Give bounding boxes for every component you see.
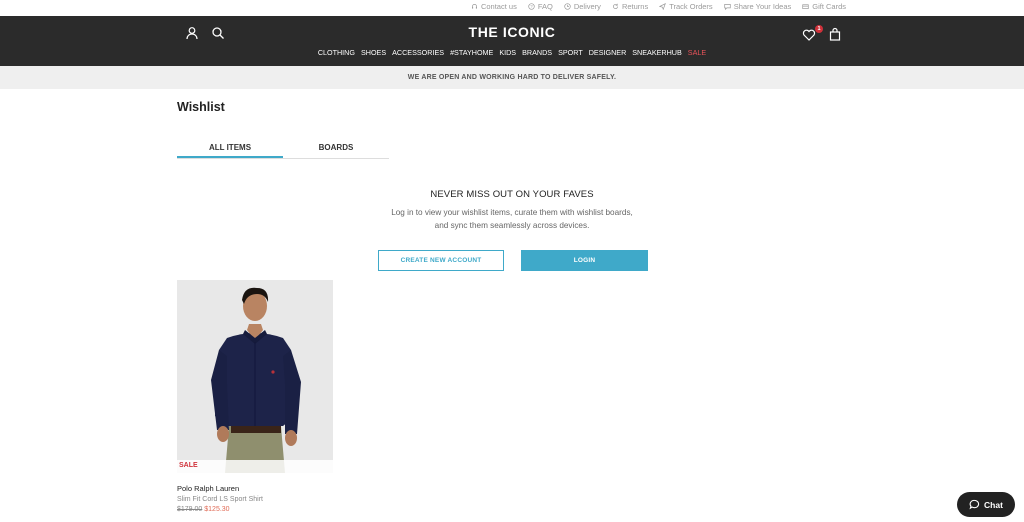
chat-label: Chat bbox=[984, 499, 1003, 510]
track-orders-label: Track Orders bbox=[669, 2, 713, 11]
create-account-button[interactable]: CREATE NEW ACCOUNT bbox=[378, 250, 504, 271]
product-image[interactable]: SALE bbox=[177, 280, 333, 473]
shopping-bag-icon[interactable] bbox=[828, 27, 842, 41]
chat-button[interactable]: Chat bbox=[957, 492, 1015, 517]
nav-clothing[interactable]: CLOTHING bbox=[318, 48, 355, 57]
sale-badge: SALE bbox=[177, 460, 333, 473]
send-icon bbox=[659, 3, 667, 10]
gift-cards-label: Gift Cards bbox=[812, 2, 846, 11]
faq-label: FAQ bbox=[537, 2, 553, 11]
product-name[interactable]: Slim Fit Cord LS Sport Shirt bbox=[177, 496, 333, 503]
main-header: THE ICONIC CLOTHING SHOES ACCESSORIES #S… bbox=[0, 16, 1024, 66]
nav-sale[interactable]: SALE bbox=[688, 48, 706, 57]
delivery-label: Delivery bbox=[573, 2, 601, 11]
gift-cards-link[interactable]: Gift Cards bbox=[802, 2, 846, 11]
nav-shoes[interactable]: SHOES bbox=[361, 48, 386, 57]
original-price: $179.00 bbox=[177, 506, 203, 513]
headset-icon bbox=[472, 4, 477, 9]
product-price: $179.00 $125.30 bbox=[177, 506, 333, 513]
clock-icon bbox=[564, 3, 571, 10]
page-title: Wishlist bbox=[177, 100, 225, 114]
utility-bar: Contact us ? FAQ Delivery Returns Track … bbox=[0, 0, 1024, 16]
returns-label: Returns bbox=[621, 2, 649, 11]
wishlist-count-badge: 1 bbox=[815, 25, 823, 33]
product-card[interactable]: SALE Polo Ralph Lauren Slim Fit Cord LS … bbox=[177, 280, 333, 513]
tab-all-items[interactable]: ALL ITEMS bbox=[177, 141, 283, 158]
nav-stayhome[interactable]: #STAYHOME bbox=[450, 48, 493, 57]
help-icon: ? bbox=[528, 3, 535, 10]
sale-price: $125.30 bbox=[204, 506, 230, 513]
chat-icon bbox=[969, 499, 980, 510]
empty-state-description-line1: Log in to view your wishlist items, cura… bbox=[391, 208, 633, 217]
share-ideas-link[interactable]: Share Your Ideas bbox=[724, 2, 792, 11]
chat-bubble-icon bbox=[724, 4, 731, 10]
delivery-link[interactable]: Delivery bbox=[564, 2, 601, 11]
product-brand[interactable]: Polo Ralph Lauren bbox=[177, 484, 333, 493]
nav-sport[interactable]: SPORT bbox=[558, 48, 583, 57]
empty-state-description-line2: and sync them seamlessly across devices. bbox=[434, 220, 590, 230]
wishlist-tabs: ALL ITEMS BOARDS bbox=[177, 141, 389, 159]
faq-link[interactable]: ? FAQ bbox=[528, 2, 553, 11]
nav-accessories[interactable]: ACCESSORIES bbox=[392, 48, 444, 57]
tab-boards[interactable]: BOARDS bbox=[283, 141, 389, 158]
empty-state-title: NEVER MISS OUT ON YOUR FAVES bbox=[430, 189, 594, 200]
contact-us-label: Contact us bbox=[480, 2, 517, 11]
nav-designer[interactable]: DESIGNER bbox=[589, 48, 627, 57]
nav-kids[interactable]: KIDS bbox=[499, 48, 516, 57]
nav-brands[interactable]: BRANDS bbox=[522, 48, 552, 57]
site-logo[interactable]: THE ICONIC bbox=[0, 24, 1024, 40]
empty-state-description: Log in to view your wishlist items, cura… bbox=[352, 207, 672, 232]
share-ideas-label: Share Your Ideas bbox=[733, 2, 792, 11]
login-button[interactable]: LOGIN bbox=[521, 250, 648, 271]
gift-card-icon bbox=[802, 4, 809, 9]
promo-banner: WE ARE OPEN AND WORKING HARD TO DELIVER … bbox=[0, 66, 1024, 89]
contact-us-link[interactable]: Contact us bbox=[471, 2, 517, 11]
svg-text:?: ? bbox=[530, 4, 533, 9]
utility-links: Contact us ? FAQ Delivery Returns Track … bbox=[471, 2, 846, 11]
sale-badge-label: SALE bbox=[179, 462, 198, 469]
refresh-icon bbox=[613, 3, 618, 9]
wishlist-heart-icon[interactable] bbox=[802, 28, 816, 42]
track-orders-link[interactable]: Track Orders bbox=[659, 2, 713, 11]
main-nav: CLOTHING SHOES ACCESSORIES #STAYHOME KID… bbox=[0, 48, 1024, 57]
nav-sneakerhub[interactable]: SNEAKERHUB bbox=[632, 48, 682, 57]
returns-link[interactable]: Returns bbox=[612, 2, 648, 11]
product-photo-illustration bbox=[177, 280, 333, 473]
